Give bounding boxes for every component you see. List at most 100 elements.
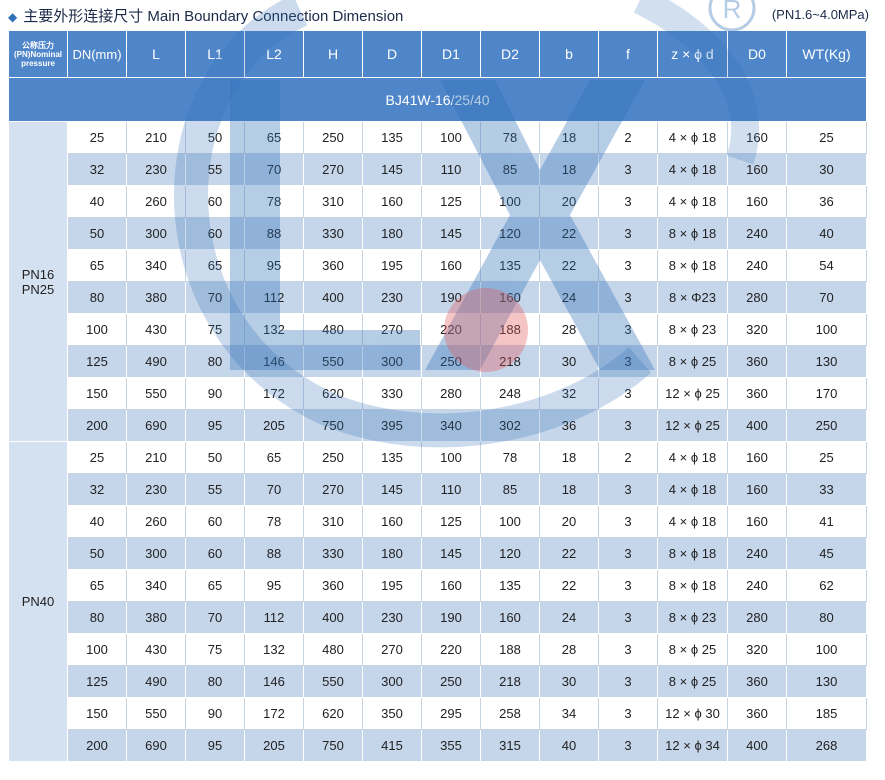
table-cell: 3 [598, 377, 658, 410]
table-cell: 12 × ϕ 34 [657, 729, 728, 762]
table-cell: 190 [421, 281, 481, 314]
table-cell: 400 [303, 601, 363, 634]
table-cell: 300 [126, 217, 186, 250]
table-cell: 550 [303, 345, 363, 378]
table-cell: 270 [303, 473, 363, 506]
table-cell: 280 [421, 377, 481, 410]
table-cell: 20 [539, 185, 599, 218]
table-cell: 340 [421, 409, 481, 442]
table-cell: 145 [421, 217, 481, 250]
table-cell: 200 [67, 729, 127, 762]
table-cell: 4 × ϕ 18 [657, 505, 728, 538]
table-cell: 3 [598, 249, 658, 282]
table-cell: 125 [67, 345, 127, 378]
table-cell: 80 [185, 665, 245, 698]
table-cell: 750 [303, 409, 363, 442]
column-header: b [539, 30, 599, 78]
table-cell: 60 [185, 537, 245, 570]
table-cell: 220 [421, 313, 481, 346]
table-cell: 3 [598, 537, 658, 570]
table-cell: 80 [67, 601, 127, 634]
table-cell: 250 [303, 121, 363, 154]
table-cell: 65 [185, 569, 245, 602]
table-cell: 120 [480, 537, 540, 570]
table-cell: 205 [244, 729, 304, 762]
table-cell: 188 [480, 313, 540, 346]
pressure-range: (PN1.6~4.0MPa) [771, 7, 869, 22]
table-cell: 240 [727, 537, 787, 570]
column-header: L [126, 30, 186, 78]
table-cell: 78 [244, 505, 304, 538]
table-cell: 360 [303, 569, 363, 602]
table-row: 200 690 95 205 750 415 355 315 40 3 12 × ϕ 34 400 26… [9, 729, 867, 762]
column-header: D0 [727, 30, 787, 78]
table-cell: 550 [126, 377, 186, 410]
table-cell: 32 [539, 377, 599, 410]
table-cell: 25 [67, 121, 127, 154]
table-cell: 160 [421, 569, 481, 602]
table-cell: 415 [362, 729, 422, 762]
table-cell: 95 [185, 729, 245, 762]
table-cell: 130 [786, 665, 867, 698]
table-cell: 300 [362, 665, 422, 698]
table-cell: 4 × ϕ 18 [657, 121, 728, 154]
table-cell: 4 × ϕ 18 [657, 185, 728, 218]
table-cell: 60 [185, 217, 245, 250]
table-row: 125 490 80 146 550 300 250 218 30 3 8 × ϕ 25 360 130 [9, 345, 867, 378]
table-cell: 34 [539, 697, 599, 730]
table-cell: 60 [185, 505, 245, 538]
table-cell: 8 × ϕ 18 [657, 217, 728, 250]
table-cell: 248 [480, 377, 540, 410]
table-cell: 250 [421, 665, 481, 698]
table-cell: 150 [67, 697, 127, 730]
table-cell: 12 × ϕ 25 [657, 409, 728, 442]
table-cell: 750 [303, 729, 363, 762]
table-cell: 195 [362, 569, 422, 602]
table-cell: 20 [539, 505, 599, 538]
table-cell: 250 [786, 409, 867, 442]
table-cell: 160 [421, 249, 481, 282]
table-cell: 41 [786, 505, 867, 538]
table-cell: 218 [480, 665, 540, 698]
table-cell: 18 [539, 121, 599, 154]
table-cell: 75 [185, 313, 245, 346]
table-cell: 360 [727, 377, 787, 410]
table-row: 200 690 95 205 750 395 340 302 36 3 12 × ϕ 25 400 25… [9, 409, 867, 442]
table-cell: 135 [362, 441, 422, 474]
table-cell: 85 [480, 473, 540, 506]
table-cell: 50 [185, 441, 245, 474]
table-cell: 50 [185, 121, 245, 154]
table-cell: 100 [421, 441, 481, 474]
table-cell: 380 [126, 601, 186, 634]
column-header: L1 [185, 30, 245, 78]
table-cell: 205 [244, 409, 304, 442]
column-header: f [598, 30, 658, 78]
table-cell: 220 [421, 633, 481, 666]
table-row: 50 300 60 88 330 180 145 120 22 3 8 × ϕ 18 240 40 [9, 217, 867, 250]
page-title: ◆ 主要外形连接尺寸 Main Boundary Connection Dimen… [8, 5, 403, 26]
table-cell: 90 [185, 377, 245, 410]
table-cell: 132 [244, 633, 304, 666]
pn-group-label: PN16 PN25 [8, 121, 68, 442]
table-cell: 4 × ϕ 18 [657, 473, 728, 506]
table-cell: 85 [480, 153, 540, 186]
table-cell: 280 [727, 601, 787, 634]
table-cell: 8 × ϕ 18 [657, 569, 728, 602]
column-header: H [303, 30, 363, 78]
table-cell: 270 [362, 313, 422, 346]
table-cell: 100 [480, 505, 540, 538]
table-cell: 130 [786, 345, 867, 378]
table-cell: 70 [786, 281, 867, 314]
table-cell: 480 [303, 313, 363, 346]
table-cell: 315 [480, 729, 540, 762]
table-cell: 400 [727, 729, 787, 762]
table-cell: 3 [598, 345, 658, 378]
table-cell: 75 [185, 633, 245, 666]
column-header: L2 [244, 30, 304, 78]
table-cell: 170 [786, 377, 867, 410]
table-cell: 100 [480, 185, 540, 218]
table-cell: 8 × ϕ 23 [657, 313, 728, 346]
title-bar: ◆ 主要外形连接尺寸 Main Boundary Connection Dimen… [0, 0, 885, 30]
table-cell: 320 [727, 313, 787, 346]
table-cell: 28 [539, 633, 599, 666]
